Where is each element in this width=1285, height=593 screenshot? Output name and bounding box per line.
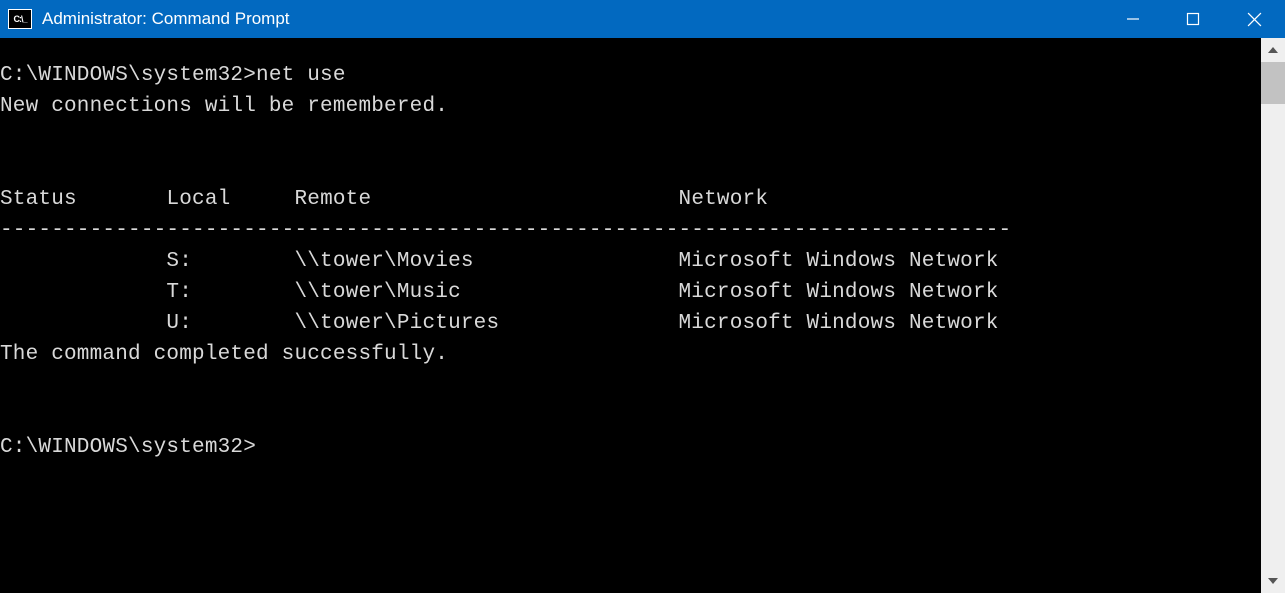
header-status: Status	[0, 188, 166, 211]
close-button[interactable]	[1223, 0, 1285, 38]
blank-line	[0, 122, 1261, 153]
minimize-button[interactable]	[1103, 0, 1163, 38]
terminal-output[interactable]: C:\WINDOWS\system32>net useNew connectio…	[0, 38, 1261, 593]
header-local: Local	[166, 188, 294, 211]
output-line: The command completed successfully.	[0, 339, 1261, 370]
table-row: T: \\tower\Music Microsoft Windows Netwo…	[0, 277, 1261, 308]
header-network: Network	[679, 188, 769, 211]
window-title: Administrator: Command Prompt	[42, 9, 1103, 29]
window-controls	[1103, 0, 1285, 38]
maximize-button[interactable]	[1163, 0, 1223, 38]
scroll-down-button[interactable]	[1261, 569, 1285, 593]
table-header: Status Local Remote Network	[0, 184, 1261, 215]
cmd-icon	[8, 9, 32, 29]
table-row: S: \\tower\Movies Microsoft Windows Netw…	[0, 246, 1261, 277]
divider-line: ----------------------------------------…	[0, 215, 1261, 246]
scroll-up-button[interactable]	[1261, 38, 1285, 62]
output-line: New connections will be remembered.	[0, 91, 1261, 122]
prompt-line: C:\WINDOWS\system32>net use	[0, 60, 1261, 91]
blank-line	[0, 370, 1261, 401]
table-row: U: \\tower\Pictures Microsoft Windows Ne…	[0, 308, 1261, 339]
scroll-thumb[interactable]	[1261, 62, 1285, 104]
command-text: net use	[256, 64, 346, 87]
prompt-line: C:\WINDOWS\system32>	[0, 432, 1261, 463]
blank-line	[0, 401, 1261, 432]
blank-line	[0, 153, 1261, 184]
header-remote: Remote	[294, 188, 678, 211]
vertical-scrollbar[interactable]	[1261, 38, 1285, 593]
titlebar[interactable]: Administrator: Command Prompt	[0, 0, 1285, 38]
prompt-text: C:\WINDOWS\system32>	[0, 64, 256, 87]
